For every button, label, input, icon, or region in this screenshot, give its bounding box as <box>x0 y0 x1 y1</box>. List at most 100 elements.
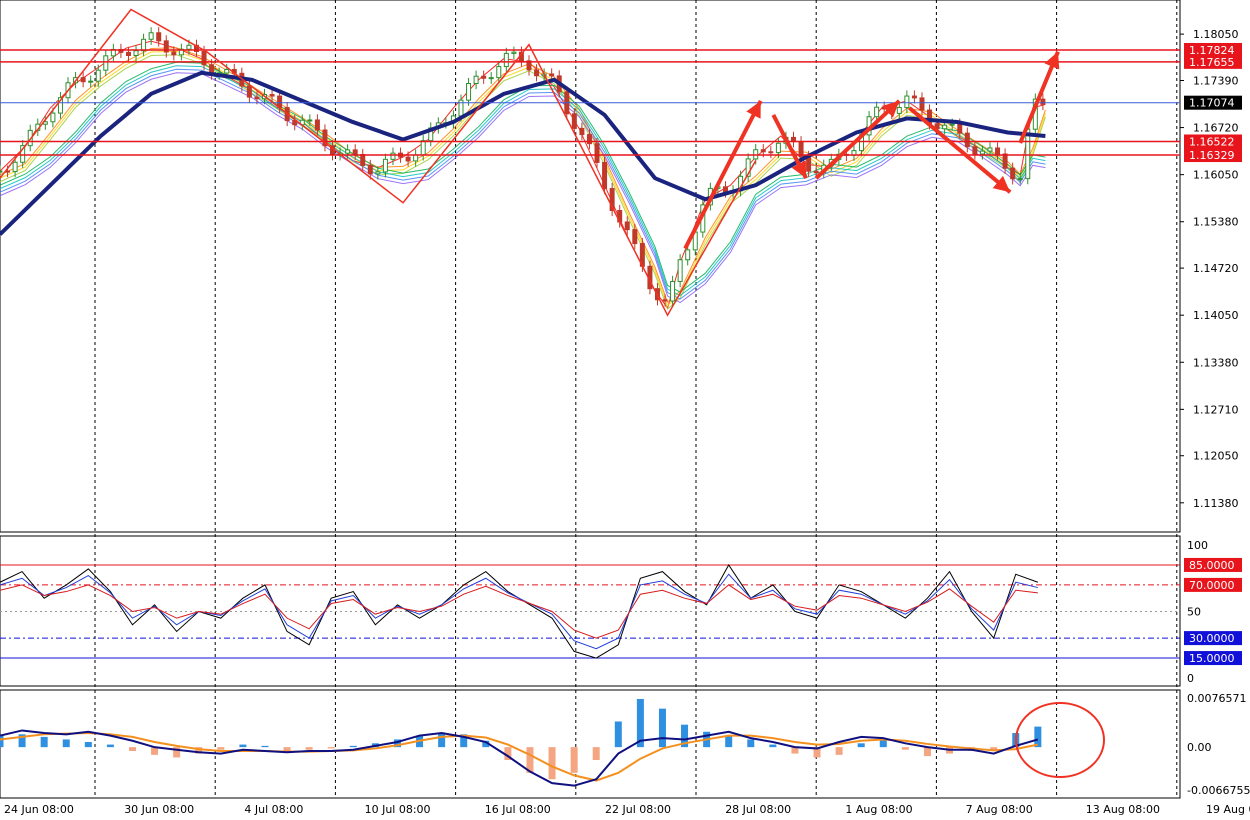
candle-body <box>156 32 162 42</box>
macd-tick-label: 0.0076571 <box>1187 692 1247 705</box>
candle-body <box>1010 167 1016 180</box>
candle-body <box>496 66 502 79</box>
candle-body <box>224 68 230 74</box>
oscillator-tick-label: 100 <box>1187 539 1208 552</box>
candle-body <box>594 143 600 163</box>
price-tick-label: 1.14720 <box>1193 262 1239 275</box>
candle-body <box>201 50 207 66</box>
candle-body <box>571 113 577 129</box>
price-tick-label: 1.16050 <box>1193 169 1239 182</box>
macd-histogram-bar <box>901 747 909 750</box>
candle-body <box>360 153 366 166</box>
macd-histogram-bar <box>84 742 92 748</box>
candle-body <box>949 123 955 126</box>
price-level-label: 1.17074 <box>1189 97 1235 110</box>
x-tick-label: 22 Jul 08:00 <box>605 803 671 816</box>
macd-histogram-bar <box>658 708 666 748</box>
candle-body <box>670 280 676 302</box>
candle-body <box>511 51 517 54</box>
candle-body <box>677 259 683 282</box>
oscillator-level-label: 70.0000 <box>1189 579 1235 592</box>
macd-histogram-bar <box>239 744 247 748</box>
candle-body <box>80 77 86 83</box>
candle-body <box>103 55 109 71</box>
candle-body <box>760 149 766 153</box>
price-level-label: 1.17655 <box>1189 56 1235 69</box>
candle-body <box>186 44 192 50</box>
oscillator-level-label: 85.0000 <box>1189 559 1235 572</box>
price-tick-label: 1.11380 <box>1193 497 1239 510</box>
macd-histogram-bar <box>857 743 865 748</box>
x-tick-label: 16 Jul 08:00 <box>485 803 551 816</box>
macd-histogram-bar <box>0 735 4 748</box>
candle-body <box>964 132 970 148</box>
candle-body <box>413 154 419 162</box>
candle-body <box>874 106 880 118</box>
candle-body <box>579 127 585 136</box>
price-tick-label: 1.14050 <box>1193 309 1239 322</box>
macd-histogram-bar <box>835 747 843 755</box>
candle-body <box>1040 98 1046 105</box>
candle-body <box>586 134 592 145</box>
candle-body <box>141 38 147 52</box>
candle-body <box>254 96 260 100</box>
candle-body <box>345 149 351 154</box>
candle-body <box>813 170 819 174</box>
price-tick-label: 1.13380 <box>1193 356 1239 369</box>
oscillator-level-label: 30.0000 <box>1189 632 1235 645</box>
macd-histogram-bar <box>62 739 70 748</box>
candle-body <box>148 32 154 40</box>
candle-body <box>171 51 177 56</box>
candle-body <box>382 158 388 173</box>
macd-histogram-bar <box>128 747 136 752</box>
macd-histogram-bar <box>261 745 269 748</box>
candle-body <box>88 80 94 83</box>
x-tick-label: 10 Jul 08:00 <box>365 803 431 816</box>
candle-body <box>972 146 978 155</box>
candle-body <box>1017 178 1023 181</box>
macd-histogram-bar <box>548 747 556 780</box>
oscillator-tick-label: 50 <box>1187 606 1201 619</box>
candle-body <box>995 147 1001 155</box>
oscillator-level-label: 15.0000 <box>1189 652 1235 665</box>
macd-histogram-bar <box>305 747 313 750</box>
x-tick-label: 4 Jul 08:00 <box>244 803 303 816</box>
candle-body <box>246 85 252 98</box>
candle-body <box>50 112 56 123</box>
candle-body <box>352 149 358 155</box>
candle-body <box>979 150 985 155</box>
candle-body <box>405 156 411 162</box>
candle-body <box>798 141 804 157</box>
price-tick-label: 1.17390 <box>1193 74 1239 87</box>
macd-histogram-bar <box>725 735 733 748</box>
price-tick-label: 1.18050 <box>1193 28 1239 41</box>
candle-body <box>957 123 963 134</box>
price-level-label: 1.16329 <box>1189 149 1235 162</box>
candle-body <box>0 170 3 173</box>
chart-stage: 24 Jun 08:00 30 Jun 08:00 4 Jul 08:00 10 Ju… <box>0 0 1250 816</box>
candle-body <box>269 94 275 97</box>
candle-body <box>466 83 472 101</box>
macd-histogram-bar <box>769 744 777 748</box>
candle-body <box>602 161 608 190</box>
macd-histogram-bar <box>614 721 622 748</box>
x-tick-label: 30 Jun 08:00 <box>124 803 194 816</box>
macd-histogram-bar <box>879 739 887 748</box>
x-tick-label: 28 Jul 08:00 <box>725 803 791 816</box>
macd-histogram-bar <box>747 739 755 748</box>
macd-histogram-bar <box>592 747 600 760</box>
candle-body <box>133 50 139 56</box>
x-tick-label: 13 Aug 08:00 <box>1086 803 1160 816</box>
macd-histogram-bar <box>349 745 357 748</box>
candle-body <box>904 95 910 109</box>
candle-body <box>420 140 426 156</box>
candle-body <box>390 152 396 160</box>
price-tick-label: 1.15380 <box>1193 216 1239 229</box>
price-tick-label: 1.12050 <box>1193 450 1239 463</box>
candle-body <box>481 75 487 79</box>
x-tick-label: 1 Aug 08:00 <box>845 803 912 816</box>
price-panel-bg <box>0 0 1181 533</box>
candle-body <box>367 164 373 175</box>
candle-body <box>488 77 494 80</box>
macd-histogram-bar <box>106 744 114 748</box>
